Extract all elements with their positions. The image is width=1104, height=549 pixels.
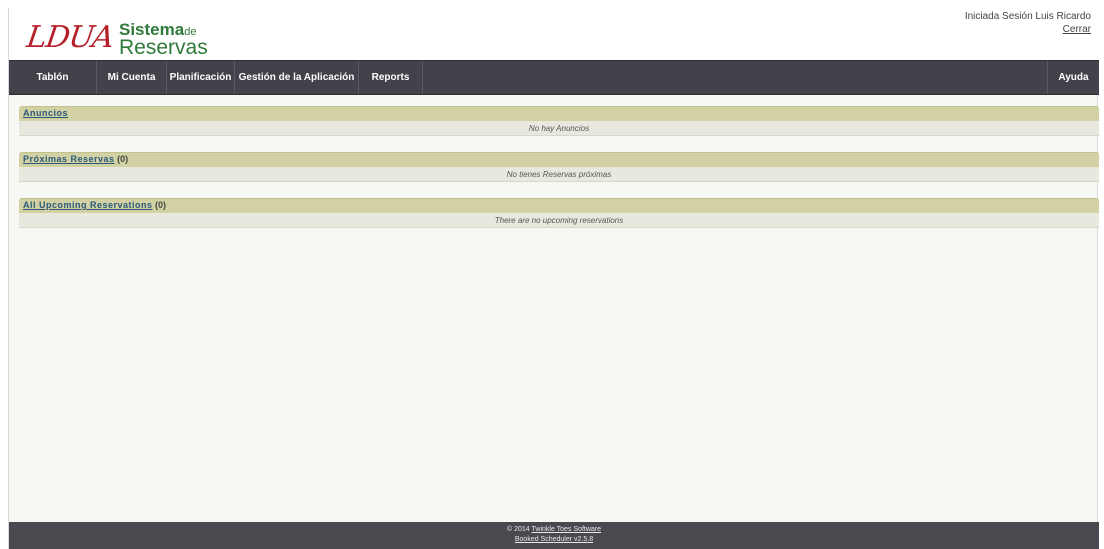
- nav-item-reports[interactable]: Reports: [359, 61, 423, 94]
- panel-count: (0): [117, 154, 129, 164]
- footer-version-line: Booked Scheduler v2.5.8: [9, 535, 1099, 545]
- main-nav: Tablón Mi Cuenta Planificación Gestión d…: [9, 60, 1099, 95]
- panel-count: (0): [155, 200, 167, 210]
- header: LDUA Sistemade Reservas Iniciada Sesión …: [9, 8, 1099, 60]
- copyright-text: © 2014: [506, 526, 530, 533]
- panel-title-link[interactable]: All Upcoming Reservations: [23, 200, 153, 210]
- panel-proximas-reservas: Próximas Reservas (0) No tienes Reservas…: [19, 152, 1099, 182]
- footer: © 2014 Twinkle Toes Software Booked Sche…: [9, 522, 1099, 549]
- panel-header: All Upcoming Reservations (0): [19, 198, 1099, 213]
- panel-empty-message: No hay Anuncios: [19, 121, 1099, 136]
- logo-title-line2: Reservas: [119, 36, 208, 59]
- panel-all-upcoming: All Upcoming Reservations (0) There are …: [19, 198, 1099, 228]
- panel-empty-message: No tienes Reservas próximas: [19, 167, 1099, 182]
- footer-copyright-line: © 2014 Twinkle Toes Software: [9, 525, 1099, 535]
- panel-header: Anuncios: [19, 106, 1099, 121]
- version-link[interactable]: Booked Scheduler v2.5.8: [515, 536, 593, 543]
- nav-item-gestion[interactable]: Gestión de la Aplicación: [235, 61, 359, 94]
- nav-item-ayuda[interactable]: Ayuda: [1047, 61, 1099, 94]
- panel-title-link[interactable]: Anuncios: [23, 108, 68, 118]
- session-info: Iniciada Sesión Luis Ricardo Cerrar: [965, 10, 1091, 36]
- company-link[interactable]: Twinkle Toes Software: [532, 526, 602, 533]
- page-frame: LDUA Sistemade Reservas Iniciada Sesión …: [8, 8, 1099, 549]
- nav-item-planificacion[interactable]: Planificación: [167, 61, 235, 94]
- logo-mark: LDUA: [24, 20, 116, 55]
- panel-anuncios: Anuncios No hay Anuncios: [19, 106, 1099, 136]
- panel-title-link[interactable]: Próximas Reservas: [23, 154, 115, 164]
- nav-item-tablon[interactable]: Tablón: [9, 61, 97, 94]
- session-user-text: Iniciada Sesión Luis Ricardo: [964, 11, 1091, 22]
- panel-header: Próximas Reservas (0): [19, 152, 1099, 167]
- nav-item-mi-cuenta[interactable]: Mi Cuenta: [97, 61, 167, 94]
- panel-empty-message: There are no upcoming reservations: [19, 213, 1099, 228]
- logout-link[interactable]: Cerrar: [1063, 24, 1091, 35]
